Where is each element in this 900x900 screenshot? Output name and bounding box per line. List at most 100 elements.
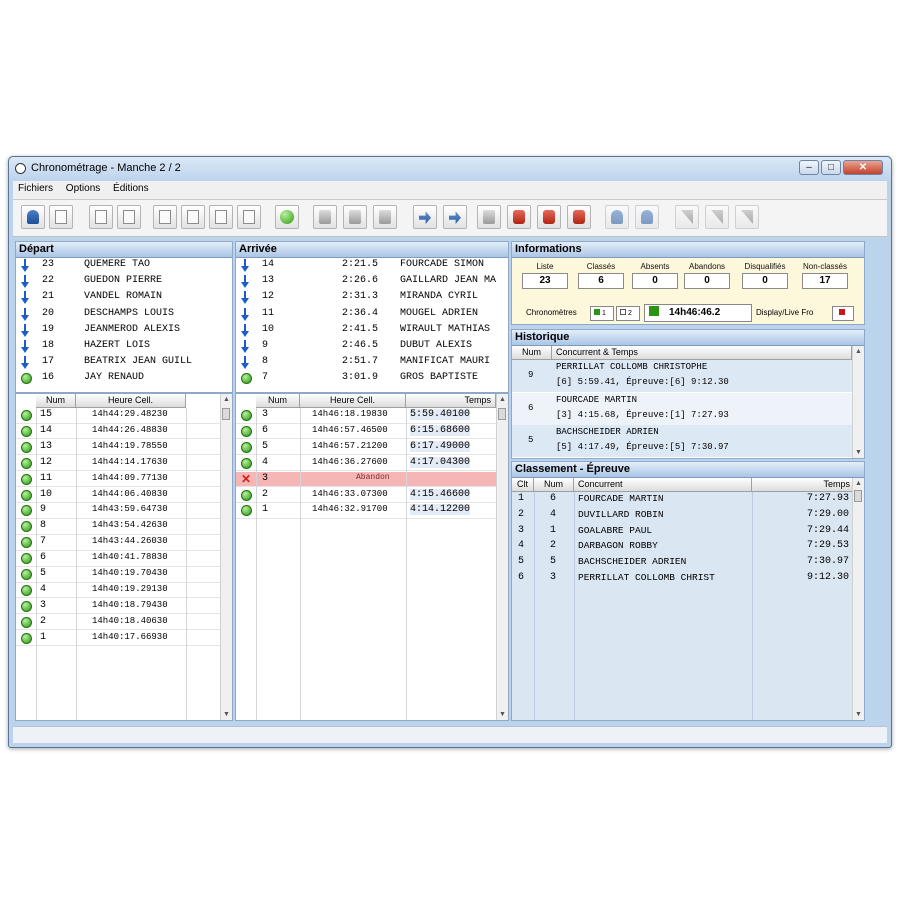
historique-scrollbar[interactable]: ▲ ▼: [852, 346, 864, 458]
depart-queue-row[interactable]: 22 GUEDON PIERRE: [16, 274, 232, 290]
depart-time-row[interactable]: 1 14h40:17.66930: [16, 631, 221, 647]
arrivee-time-row[interactable]: 6 14h46:57.46500 6:15.68600: [236, 424, 497, 440]
arrivee-scrollbar[interactable]: ▲ ▼: [496, 394, 508, 720]
depart-col-num[interactable]: Num: [36, 394, 76, 408]
document-button[interactable]: [237, 205, 261, 229]
print-button[interactable]: [373, 205, 397, 229]
depart-time-row[interactable]: 3 14h40:18.79430: [16, 599, 221, 615]
display-label: Display/Live Fro: [756, 308, 814, 317]
classement-row[interactable]: 6 3 PERRILLAT COLLOMB CHRIST 9:12.30: [512, 571, 853, 587]
close-button[interactable]: ✕: [843, 160, 883, 175]
classement-scroll-thumb[interactable]: [854, 490, 862, 502]
depart-time-row[interactable]: 2 14h40:18.40630: [16, 615, 221, 631]
depart-time-row[interactable]: 7 14h43:44.26030: [16, 535, 221, 551]
flag-button[interactable]: [705, 205, 729, 229]
person-button[interactable]: [21, 205, 45, 229]
printer-red-button[interactable]: [537, 205, 561, 229]
document-button[interactable]: [89, 205, 113, 229]
classement-row[interactable]: 4 2 DARBAGON ROBBY 7:29.53: [512, 539, 853, 555]
document-button[interactable]: [153, 205, 177, 229]
historique-entry[interactable]: 9 PERRILLAT COLLOMB CHRISTOPHE [6] 5:59.41…: [512, 360, 853, 392]
depart-queue-row[interactable]: 23 QUEMERE TAO: [16, 258, 232, 274]
arrivee-queue-row[interactable]: 12 2:31.3 MIRANDA CYRIL: [236, 290, 508, 306]
printer-red-button[interactable]: [507, 205, 531, 229]
depart-time-row[interactable]: 11 14h44:09.77130: [16, 472, 221, 488]
depart-time-row[interactable]: 12 14h44:14.17630: [16, 456, 221, 472]
classement-scrollbar[interactable]: ▲ ▼: [852, 478, 864, 720]
chrono1-toggle[interactable]: 1: [590, 306, 614, 321]
depart-scrollbar[interactable]: ▲ ▼: [220, 394, 232, 720]
arrivee-queue-row[interactable]: 13 2:26.6 GAILLARD JEAN MA: [236, 274, 508, 290]
classement-col-num[interactable]: Num: [534, 478, 574, 492]
arrivee-queue-row[interactable]: 11 2:36.4 MOUGEL ADRIEN: [236, 307, 508, 323]
depart-time-row[interactable]: 6 14h40:41.78830: [16, 551, 221, 567]
classement-col-concurrent[interactable]: Concurrent: [574, 478, 752, 492]
depart-queue-row[interactable]: 17 BEATRIX JEAN GUILL: [16, 355, 232, 371]
arrivee-time-row[interactable]: 2 14h46:33.07300 4:15.46600: [236, 488, 497, 504]
competitor-name: FOURCADE MARTIN: [578, 493, 664, 504]
chrono2-toggle[interactable]: 2: [616, 306, 640, 321]
arrivee-queue-row[interactable]: 10 2:41.5 WIRAULT MATHIAS: [236, 323, 508, 339]
arrivee-time-row[interactable]: 5 14h46:57.21200 6:17.49000: [236, 440, 497, 456]
maximize-button[interactable]: □: [821, 160, 841, 175]
depart-queue-row[interactable]: 20 DESCHAMPS LOUIS: [16, 307, 232, 323]
green-dot-icon: [21, 473, 32, 485]
refresh-button[interactable]: [117, 205, 141, 229]
classement-col-clt[interactable]: Clt: [512, 478, 534, 492]
depart-time-row[interactable]: 10 14h44:06.40830: [16, 488, 221, 504]
depart-queue-row[interactable]: 16 JAY RENAUD: [16, 371, 232, 387]
historique-col-concurrent[interactable]: Concurrent & Temps: [552, 346, 852, 360]
classement-row[interactable]: 5 5 BACHSCHEIDER ADRIEN 7:30.97: [512, 555, 853, 571]
arrivee-queue-row[interactable]: 14 2:21.5 FOURCADE SIMON: [236, 258, 508, 274]
arrow-person-button[interactable]: [413, 205, 437, 229]
historique-entry[interactable]: 6 FOURCADE MARTIN [3] 4:15.68, Épreuve:[1]…: [512, 392, 853, 425]
document-button[interactable]: [209, 205, 233, 229]
classement-row[interactable]: 3 1 GOALABRE PAUL 7:29.44: [512, 524, 853, 540]
historique-col-num[interactable]: Num: [512, 346, 552, 360]
arrow-person-button[interactable]: [443, 205, 467, 229]
classement-row[interactable]: 2 4 DUVILLARD ROBIN 7:29.00: [512, 508, 853, 524]
flag-button[interactable]: [735, 205, 759, 229]
arrivee-col-num[interactable]: Num: [256, 394, 300, 408]
minimize-button[interactable]: –: [799, 160, 819, 175]
historique-entry[interactable]: 5 BACHSCHEIDER ADRIEN [5] 4:17.49, Épreuve…: [512, 425, 853, 457]
depart-time-row[interactable]: 14 14h44:26.48830: [16, 424, 221, 440]
print-button[interactable]: [343, 205, 367, 229]
depart-col-heure[interactable]: Heure Cell.: [76, 394, 186, 408]
start-green-button[interactable]: [275, 205, 299, 229]
arrivee-scroll-thumb[interactable]: [498, 408, 506, 420]
arrivee-queue-row[interactable]: 9 2:46.5 DUBUT ALEXIS: [236, 339, 508, 355]
arrivee-time-row[interactable]: 3 14h46:18.19830 5:59.40100: [236, 408, 497, 424]
person-faded-button[interactable]: [605, 205, 629, 229]
arrivee-queue-row[interactable]: 7 3:01.9 GROS BAPTISTE: [236, 371, 508, 387]
arrivee-time-row[interactable]: 1 14h46:32.91700 4:14.12200: [236, 503, 497, 519]
delete-red-button[interactable]: [567, 205, 591, 229]
print-button[interactable]: [313, 205, 337, 229]
classement-row[interactable]: 1 6 FOURCADE MARTIN 7:27.93: [512, 492, 853, 508]
depart-time-row[interactable]: 13 14h44:19.78550: [16, 440, 221, 456]
arrivee-col-temps[interactable]: Temps: [406, 394, 496, 408]
depart-queue-row[interactable]: 19 JEANMEROD ALEXIS: [16, 323, 232, 339]
depart-time-row[interactable]: 4 14h40:19.29130: [16, 583, 221, 599]
menu-options[interactable]: Options: [61, 181, 105, 196]
depart-queue-row[interactable]: 21 VANDEL ROMAIN: [16, 290, 232, 306]
depart-queue-row[interactable]: 18 HAZERT LOIS: [16, 339, 232, 355]
arrivee-queue-row[interactable]: 8 2:51.7 MANIFICAT MAURI: [236, 355, 508, 371]
arrivee-col-heure[interactable]: Heure Cell.: [300, 394, 406, 408]
arrivee-time-row[interactable]: ✕ 3 Abandon: [236, 471, 497, 488]
depart-time-row[interactable]: 9 14h43:59.64730: [16, 503, 221, 519]
document-button[interactable]: [181, 205, 205, 229]
person-faded-button[interactable]: [635, 205, 659, 229]
print-button[interactable]: [477, 205, 501, 229]
depart-time-row[interactable]: 8 14h43:54.42630: [16, 519, 221, 535]
menu-editions[interactable]: Éditions: [108, 181, 154, 196]
depart-time-row[interactable]: 5 14h40:19.70430: [16, 567, 221, 583]
document-button[interactable]: [49, 205, 73, 229]
flag-button[interactable]: [675, 205, 699, 229]
arrivee-time-row[interactable]: 4 14h46:36.27600 4:17.04300: [236, 456, 497, 472]
classement-col-temps[interactable]: Temps: [752, 478, 855, 492]
menu-fichiers[interactable]: Fichiers: [13, 181, 58, 196]
depart-scroll-thumb[interactable]: [222, 408, 230, 420]
depart-time-row[interactable]: 15 14h44:29.48230: [16, 408, 221, 424]
display-toggle[interactable]: [832, 306, 854, 321]
